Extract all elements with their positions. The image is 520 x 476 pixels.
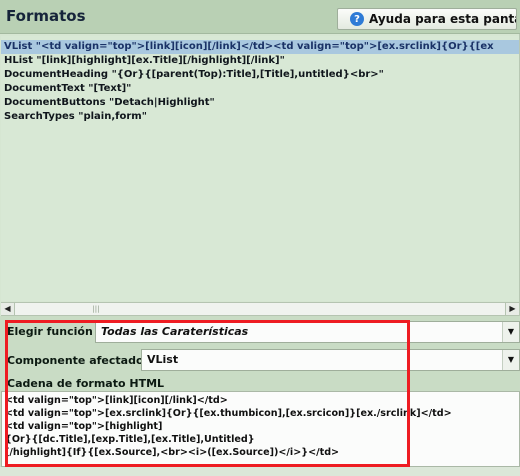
format-list-item[interactable]: VList "<td valign="top">[link][icon][/li… [1, 40, 519, 54]
window-header: Formatos ? Ayuda para esta pantalla [0, 0, 520, 34]
chevron-down-icon[interactable]: ▼ [502, 322, 519, 342]
horizontal-scrollbar[interactable]: ◀ ||| ▶ [1, 302, 519, 316]
help-button[interactable]: ? Ayuda para esta pantalla [337, 8, 517, 30]
component-select-value: VList [147, 353, 179, 366]
status-bar [0, 467, 520, 476]
component-select[interactable]: VList ▼ [141, 349, 520, 371]
format-string-line: <td valign="top">[ex.srclink]{Or}{[ex.th… [5, 408, 452, 419]
scroll-left-arrow-icon[interactable]: ◀ [1, 303, 15, 315]
format-string-line: {Or}{[dc.Title],[exp.Title],[ex.Title],U… [5, 434, 255, 445]
format-list-item[interactable]: DocumentHeading "{Or}{[parent(Top):Title… [1, 68, 519, 82]
function-select-label: Elegir función [7, 325, 93, 338]
format-list[interactable]: VList "<td valign="top">[link][icon][/li… [1, 36, 519, 301]
format-string-line: <td valign="top">[highlight] [5, 421, 163, 432]
format-string-line: [/highlight]{If}{[ex.Source],<br><i>([ex… [5, 447, 340, 458]
format-list-item[interactable]: HList "[link][highlight][ex.Title][/high… [1, 54, 519, 68]
chevron-down-icon[interactable]: ▼ [502, 350, 519, 370]
scrollbar-thumb[interactable]: ||| [61, 305, 131, 313]
format-string-line: <td valign="top">[link][icon][/link]</td… [5, 395, 228, 406]
formats-window: Formatos ? Ayuda para esta pantalla VLis… [0, 0, 520, 476]
format-list-item[interactable]: SearchTypes "plain,form" [1, 110, 519, 124]
format-string-label: Cadena de formato HTML [7, 377, 165, 390]
help-button-label: Ayuda para esta pantalla [369, 12, 516, 26]
format-list-item[interactable]: DocumentButtons "Detach|Highlight" [1, 96, 519, 110]
format-string-textarea[interactable]: <td valign="top">[link][icon][/link]</td… [1, 391, 520, 467]
window-title: Formatos [6, 7, 86, 25]
component-select-label: Componente afectado [7, 354, 144, 367]
format-list-item[interactable]: DocumentText "[Text]" [1, 82, 519, 96]
function-select[interactable]: Todas las Caraterísticas ▼ [95, 321, 520, 343]
function-select-value: Todas las Caraterísticas [101, 325, 249, 338]
scroll-right-arrow-icon[interactable]: ▶ [505, 303, 519, 315]
help-icon: ? [350, 12, 364, 26]
